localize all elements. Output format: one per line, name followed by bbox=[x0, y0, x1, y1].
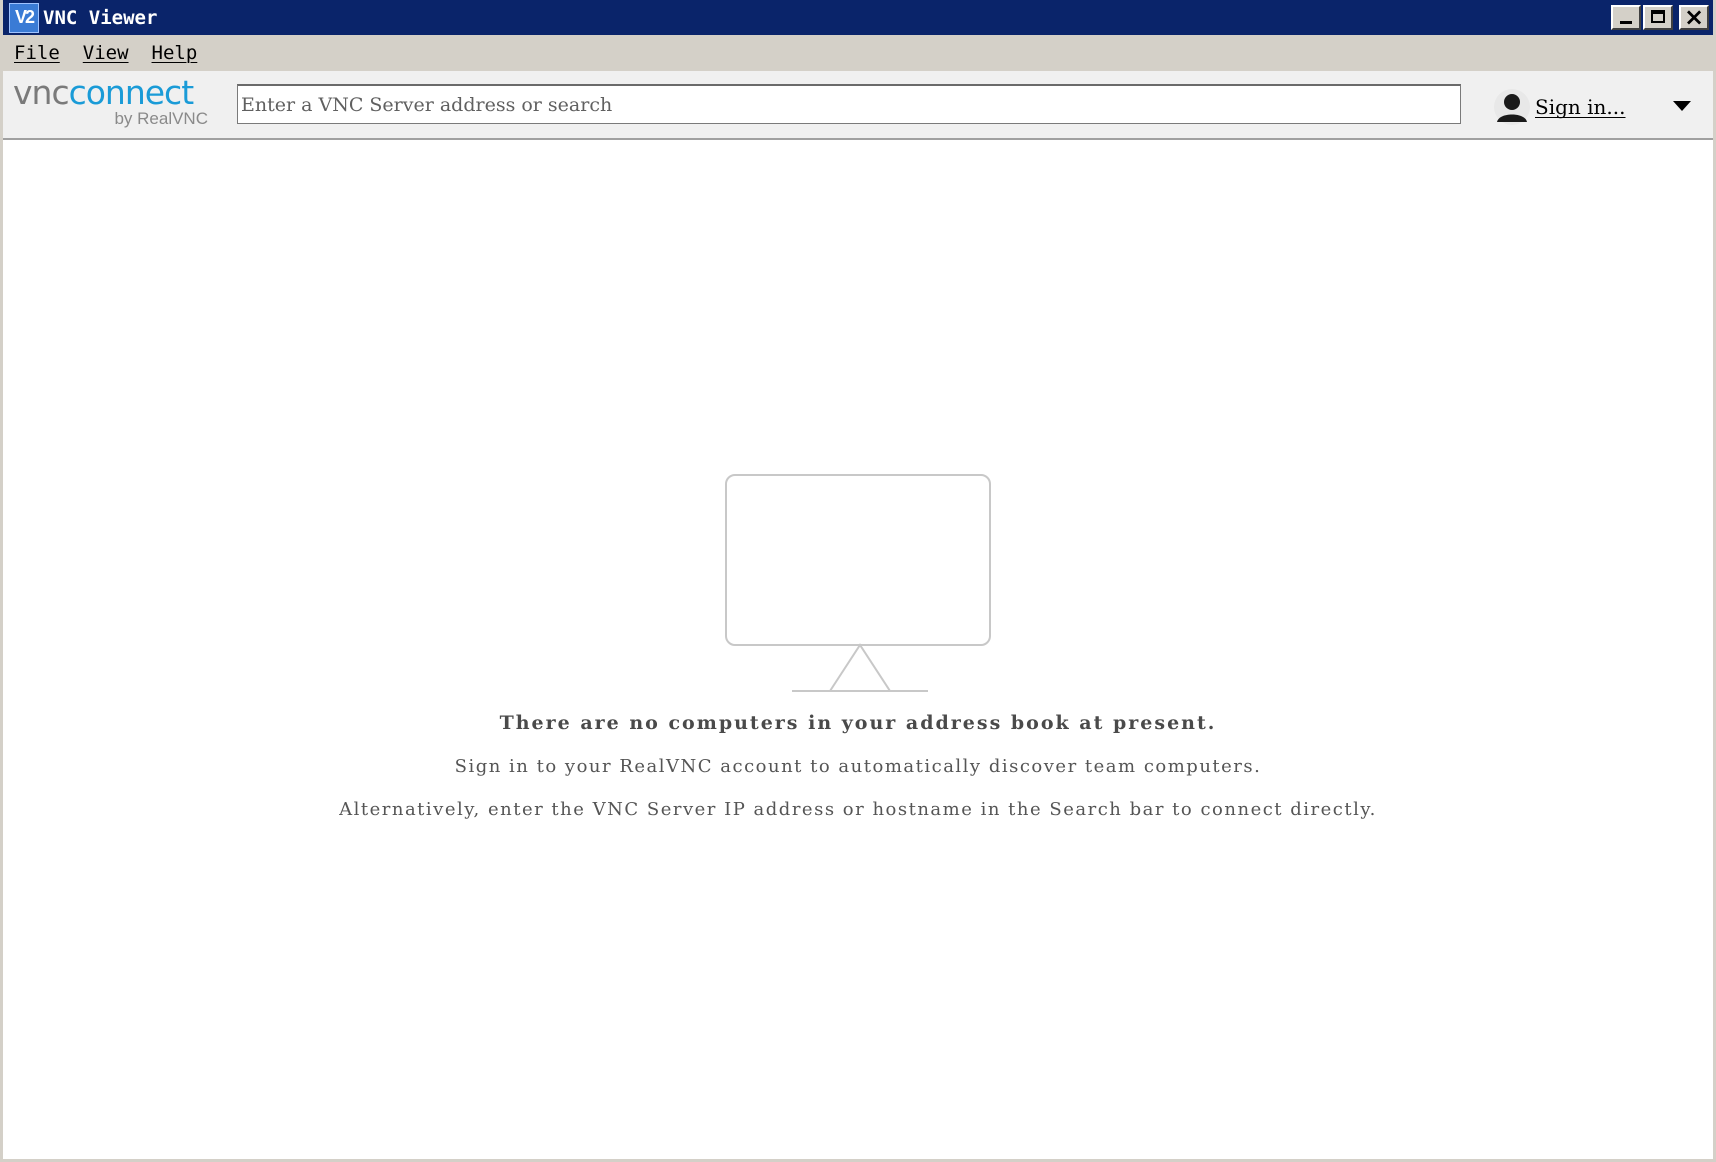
search-input[interactable] bbox=[238, 92, 1460, 117]
app-window: V2 VNC Viewer × File View Help vncconnec… bbox=[0, 0, 1716, 1162]
logo-connect: connect bbox=[68, 73, 195, 112]
empty-state-signin-hint: Sign in to your RealVNC account to autom… bbox=[454, 756, 1262, 777]
chevron-down-icon[interactable] bbox=[1673, 101, 1691, 111]
menu-view[interactable]: View bbox=[83, 42, 129, 64]
empty-state-search-hint: Alternatively, enter the VNC Server IP a… bbox=[339, 799, 1377, 820]
app-icon[interactable]: V2 bbox=[9, 2, 39, 33]
sign-in-button[interactable]: Sign in... bbox=[1493, 87, 1691, 127]
logo-vnc: vnc bbox=[13, 73, 70, 112]
window-title: VNC Viewer bbox=[43, 6, 158, 29]
close-button[interactable]: × bbox=[1679, 3, 1709, 31]
minimize-button[interactable] bbox=[1611, 5, 1641, 30]
empty-state-title: There are no computers in your address b… bbox=[499, 712, 1217, 734]
menu-help[interactable]: Help bbox=[152, 42, 198, 64]
sign-in-label: Sign in... bbox=[1535, 95, 1626, 119]
menu-file[interactable]: File bbox=[14, 42, 60, 64]
window-controls: × bbox=[1611, 3, 1709, 31]
logo-wordmark: vncconnect bbox=[13, 73, 195, 112]
maximize-button[interactable] bbox=[1643, 5, 1673, 30]
user-icon bbox=[1493, 88, 1531, 126]
close-icon: × bbox=[1683, 3, 1705, 31]
maximize-icon bbox=[1651, 10, 1665, 23]
title-bar[interactable]: V2 VNC Viewer × bbox=[3, 0, 1713, 35]
menu-bar: File View Help bbox=[3, 35, 1713, 71]
toolbar: vncconnect by RealVNC Sign in... bbox=[3, 71, 1713, 140]
minimize-icon bbox=[1620, 21, 1632, 24]
vnc-connect-logo: vncconnect by RealVNC bbox=[13, 73, 218, 133]
address-book-empty-state: There are no computers in your address b… bbox=[3, 140, 1713, 1159]
logo-byline: by RealVNC bbox=[114, 109, 208, 128]
search-bar[interactable] bbox=[237, 84, 1461, 124]
monitor-icon bbox=[725, 473, 995, 703]
